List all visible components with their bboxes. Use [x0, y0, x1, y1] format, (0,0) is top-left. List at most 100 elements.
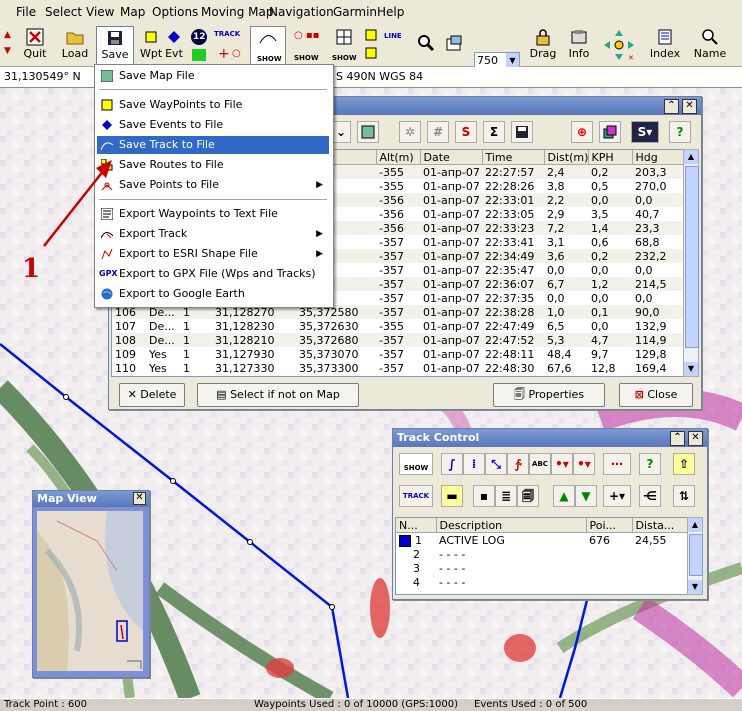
menu-item-save-routes[interactable]: Save Routes to File: [97, 156, 329, 174]
delete-button[interactable]: ✕ Delete: [119, 383, 185, 407]
track-move-up-icon[interactable]: ▲: [553, 485, 575, 507]
menu-item-export-google-earth[interactable]: Export to Google Earth: [97, 285, 329, 303]
track-sort-icon[interactable]: ⇅: [673, 485, 695, 507]
track-add-dropdown-icon[interactable]: +▾: [603, 485, 631, 507]
tool-s-dropdown-icon[interactable]: S▾: [631, 121, 659, 143]
track-line-tool-icon[interactable]: ∫: [441, 453, 463, 475]
points-col-header[interactable]: Dist(m): [544, 150, 589, 165]
quit-button[interactable]: Quit: [18, 26, 52, 64]
list-item[interactable]: 3 - - - -: [396, 561, 688, 575]
menu-item-save-points[interactable]: Save Points to File ▶: [97, 176, 329, 194]
map-view-titlebar[interactable]: Map View ✕: [33, 491, 149, 507]
tool-crosshair-icon[interactable]: ✲: [399, 121, 421, 143]
track-dot-dropdown-icon[interactable]: •▾: [573, 453, 595, 475]
zoom-button[interactable]: [414, 26, 438, 64]
scroll-down-icon[interactable]: ▼: [684, 362, 698, 376]
tool-dropdown-arrow-icon[interactable]: ⌄: [331, 121, 351, 143]
tool-map-icon[interactable]: [357, 121, 379, 143]
track-col-header[interactable]: Poi...: [586, 518, 633, 533]
event-button[interactable]: Evt: [164, 26, 184, 64]
tool-sum-icon[interactable]: Σ: [483, 121, 505, 143]
track-color-swatch[interactable]: [399, 534, 411, 547]
track-bar-icon[interactable]: ▬: [441, 485, 463, 507]
track-properties-icon[interactable]: 🗐: [517, 485, 539, 507]
menu-item-save-map-file[interactable]: Save Map File: [97, 67, 329, 85]
track-upload-icon[interactable]: ⇧: [673, 453, 695, 475]
track-diagonal-tool-icon[interactable]: ⤡: [485, 453, 507, 475]
menu-moving-map[interactable]: Moving Map: [201, 5, 274, 19]
route-number-button[interactable]: 12: [188, 26, 210, 64]
overview-map[interactable]: [37, 511, 143, 671]
menu-item-save-waypoints[interactable]: Save WayPoints to File: [97, 96, 329, 114]
menu-map[interactable]: Map: [120, 5, 145, 19]
track-dot-tool-icon[interactable]: •▾: [551, 453, 573, 475]
menu-help[interactable]: Help: [377, 5, 404, 19]
tool-target-icon[interactable]: ⊕: [571, 121, 593, 143]
tool-save-icon[interactable]: [511, 121, 533, 143]
index-button[interactable]: Index: [648, 26, 682, 64]
line-tool-button[interactable]: LINE: [362, 26, 402, 64]
close-icon[interactable]: ✕: [688, 431, 703, 446]
track-scrollbar[interactable]: ▲ ▼: [687, 517, 703, 595]
list-item[interactable]: 4 - - - -: [396, 575, 688, 589]
updown-arrows[interactable]: ▲ ▼: [4, 26, 12, 64]
info-button[interactable]: Info: [564, 26, 594, 64]
pan-button[interactable]: ✕: [600, 26, 638, 64]
table-row[interactable]: 107 De... 1 31,128230 35,372630 -355 01-апр-07…: [112, 319, 684, 333]
points-col-header[interactable]: KPH: [588, 150, 633, 165]
menu-item-save-events[interactable]: Save Events to File: [97, 116, 329, 134]
track-move-down-icon[interactable]: ▼: [575, 485, 597, 507]
track-curve-tool-icon[interactable]: ∱: [507, 453, 529, 475]
points-col-header[interactable]: Time: [482, 150, 545, 165]
menu-item-export-waypoints-text[interactable]: Export Waypoints to Text File: [97, 205, 329, 223]
tool-route-icon[interactable]: S: [455, 121, 477, 143]
track-show-button[interactable]: SHOW: [399, 453, 433, 475]
menu-item-export-gpx[interactable]: GPX Export to GPX File (Wps and Tracks): [97, 265, 329, 283]
track-vertical-tool-icon[interactable]: ⁞: [463, 453, 485, 475]
scroll-up-icon[interactable]: ▲: [684, 150, 698, 164]
scroll-up-icon[interactable]: ▲: [688, 518, 702, 532]
menu-navigation[interactable]: Navigation: [269, 5, 334, 19]
track-merge-icon[interactable]: ⋲: [639, 485, 661, 507]
collapse-icon[interactable]: ⌃: [664, 99, 679, 114]
load-button[interactable]: Load: [58, 26, 92, 64]
table-row[interactable]: 109 Yes 1 31,127930 35,373070 -357 01-апр-07 22…: [112, 347, 684, 361]
show-points-button[interactable]: ○ ▪▪ SHOW: [290, 26, 324, 64]
list-item[interactable]: 1 ACTIVE LOG 676 24,55: [396, 533, 688, 548]
points-scrollbar[interactable]: ▲ ▼: [683, 149, 699, 377]
drag-button[interactable]: Drag: [528, 26, 558, 64]
close-icon[interactable]: ✕: [682, 99, 697, 114]
name-button[interactable]: Name: [690, 26, 730, 64]
scroll-thumb[interactable]: [689, 534, 703, 576]
menu-item-export-track[interactable]: Export Track ▶: [97, 225, 329, 243]
menu-options[interactable]: Options: [152, 5, 198, 19]
track-split-icon[interactable]: ⋯: [603, 453, 631, 475]
track-abc-tool[interactable]: ABC: [529, 453, 551, 475]
track-button[interactable]: TRACK + ○: [214, 26, 244, 64]
select-if-not-on-map-button[interactable]: ▤ Select if not on Map: [197, 383, 359, 407]
points-col-header[interactable]: Date: [420, 150, 483, 165]
menu-file[interactable]: File: [16, 5, 36, 19]
tool-hash-icon[interactable]: #: [427, 121, 449, 143]
track-list-icon[interactable]: ≣: [495, 485, 517, 507]
properties-button[interactable]: 🗐 Properties: [493, 383, 605, 407]
menu-view[interactable]: View: [86, 5, 114, 19]
tool-maps-icon[interactable]: [599, 121, 621, 143]
list-item[interactable]: 2 - - - -: [396, 547, 688, 561]
table-row[interactable]: 110 Yes 1 31,127330 35,373300 -357 01-апр-07 22…: [112, 361, 684, 375]
track-save-icon[interactable]: ▪: [473, 485, 495, 507]
points-col-header[interactable]: Alt(m): [376, 150, 421, 165]
menu-select[interactable]: Select: [45, 5, 82, 19]
track-control-titlebar[interactable]: Track Control ⌃ ✕: [393, 429, 707, 447]
track-help-icon[interactable]: ?: [639, 453, 661, 475]
waypoint-button[interactable]: Wpt: [140, 26, 162, 64]
menu-item-save-track[interactable]: Save Track to File: [97, 136, 329, 154]
show-grid-button[interactable]: SHOW: [330, 26, 358, 64]
table-row[interactable]: 108 De... 1 31,128210 35,372680 -357 01-апр-07…: [112, 333, 684, 347]
line-show-button[interactable]: SHOW: [250, 26, 286, 66]
track-col-header[interactable]: N...: [396, 518, 437, 533]
track-col-header[interactable]: Description: [436, 518, 587, 533]
menu-item-export-esri[interactable]: Export to ESRI Shape File ▶: [97, 245, 329, 263]
collapse-icon[interactable]: ⌃: [670, 431, 685, 446]
zoom-window-button[interactable]: [442, 26, 466, 64]
